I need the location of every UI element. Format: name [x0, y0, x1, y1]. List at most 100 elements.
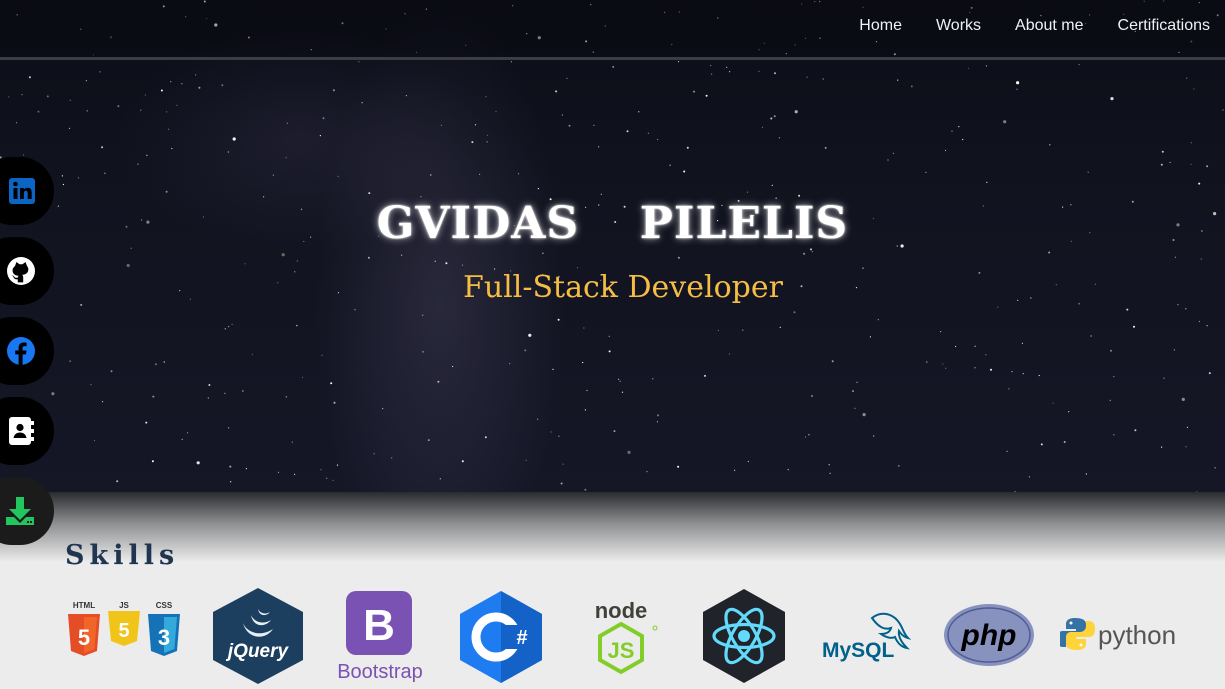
github-icon — [7, 257, 35, 285]
star — [165, 190, 168, 193]
star — [627, 450, 631, 454]
star — [568, 124, 571, 127]
star — [140, 109, 142, 111]
hero-name: GVIDAS PILELIS — [376, 198, 849, 249]
star — [1008, 388, 1010, 390]
star — [613, 430, 616, 433]
star — [1185, 308, 1187, 310]
star — [710, 64, 712, 67]
star — [582, 361, 584, 364]
star — [437, 380, 440, 383]
star — [1028, 476, 1030, 478]
star — [440, 124, 442, 126]
star — [1206, 165, 1209, 168]
star — [824, 146, 827, 149]
star — [117, 105, 120, 108]
star — [333, 401, 336, 404]
star — [401, 254, 403, 256]
star — [940, 331, 942, 333]
star — [1160, 163, 1163, 166]
star — [181, 83, 183, 85]
star — [163, 361, 165, 363]
star — [486, 141, 488, 143]
star — [747, 460, 749, 463]
star — [1161, 150, 1164, 153]
star — [15, 122, 18, 124]
star — [86, 110, 88, 112]
star — [229, 465, 232, 468]
star — [618, 378, 620, 380]
top-navbar: Home Works About me Certifications — [0, 0, 1225, 60]
star — [828, 464, 830, 466]
star — [244, 263, 246, 265]
star — [1126, 308, 1129, 311]
star — [187, 432, 189, 434]
star — [171, 147, 173, 150]
star — [729, 71, 731, 73]
star — [1190, 142, 1192, 144]
star — [296, 260, 298, 262]
star — [1022, 373, 1024, 375]
star — [898, 465, 900, 467]
star — [321, 354, 323, 356]
linkedin-icon — [9, 178, 35, 204]
star — [542, 252, 544, 254]
svg-text:B: B — [363, 601, 395, 650]
star — [434, 260, 436, 262]
star — [8, 96, 10, 98]
nav-home[interactable]: Home — [859, 17, 902, 35]
star — [608, 335, 610, 337]
star — [974, 367, 976, 369]
nav-about-me[interactable]: About me — [1015, 17, 1083, 35]
star — [897, 79, 899, 81]
star — [152, 395, 155, 398]
star — [704, 374, 706, 377]
nodejs-logo: node JS — [595, 598, 658, 675]
skills-heading: Skills — [65, 540, 180, 571]
star — [1006, 450, 1008, 452]
star — [608, 350, 611, 353]
star — [586, 389, 588, 392]
star — [1085, 473, 1087, 475]
star — [657, 414, 659, 417]
star — [51, 392, 55, 396]
star — [537, 188, 540, 190]
star — [974, 345, 976, 347]
star — [1198, 320, 1200, 323]
star — [137, 163, 139, 165]
star — [232, 137, 236, 141]
star — [28, 76, 31, 79]
jquery-logo: jQuery — [213, 588, 303, 684]
star — [227, 151, 229, 153]
star — [1110, 349, 1112, 352]
star — [869, 336, 872, 338]
star — [822, 78, 824, 80]
star — [862, 267, 864, 269]
star — [368, 192, 371, 195]
star — [479, 173, 481, 175]
star — [873, 435, 875, 437]
star — [301, 376, 304, 378]
svg-text:python: python — [1098, 620, 1176, 650]
star — [806, 76, 808, 78]
star — [69, 360, 71, 362]
main-nav: Home Works About me Certifications — [859, 17, 1210, 35]
react-logo — [703, 589, 785, 683]
svg-text:jQuery: jQuery — [225, 641, 290, 662]
nav-certifications[interactable]: Certifications — [1118, 17, 1210, 35]
star — [1110, 97, 1114, 101]
star — [528, 333, 532, 337]
star — [337, 175, 339, 177]
nav-works[interactable]: Works — [936, 17, 981, 35]
star — [517, 173, 520, 175]
star — [427, 439, 430, 442]
star — [598, 146, 600, 148]
star — [1190, 163, 1192, 165]
star — [1134, 429, 1137, 432]
star — [382, 407, 384, 410]
star — [669, 164, 671, 166]
star — [62, 183, 64, 186]
star — [46, 95, 49, 98]
star — [285, 396, 287, 398]
star — [1011, 371, 1013, 373]
